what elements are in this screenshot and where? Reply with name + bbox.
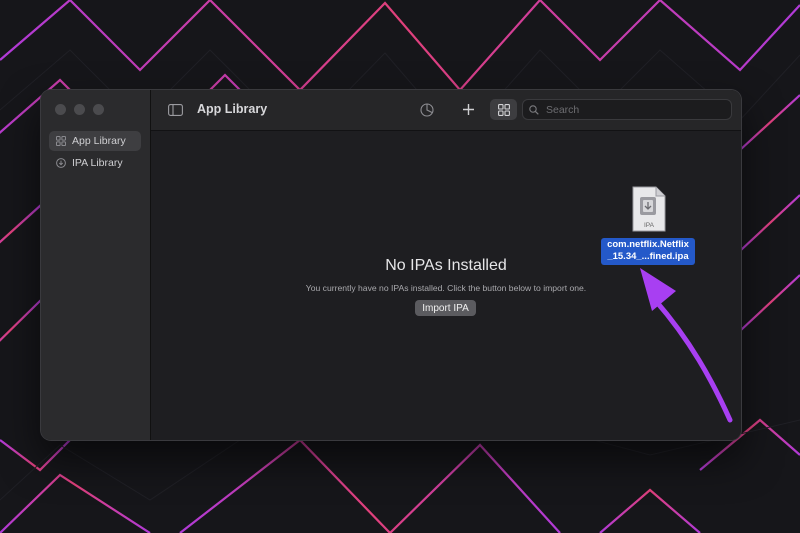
sidebar-item-label: IPA Library bbox=[72, 157, 123, 169]
window-controls bbox=[55, 104, 104, 115]
main-content: App Library Search No IPAs Installed You… bbox=[151, 90, 741, 440]
ipa-file-name[interactable]: com.netflix.Netflix _15.34_...fined.ipa bbox=[601, 238, 695, 265]
import-ipa-button[interactable]: Import IPA bbox=[415, 300, 476, 316]
sidebar-item-label: App Library bbox=[72, 135, 126, 147]
search-input[interactable] bbox=[544, 102, 718, 117]
search-field[interactable] bbox=[522, 99, 732, 120]
sidebar: App Library IPA Library bbox=[41, 90, 151, 440]
sidebar-item-ipa-library[interactable]: IPA Library bbox=[49, 153, 141, 173]
plus-icon[interactable] bbox=[460, 101, 476, 117]
sidebar-toggle-icon[interactable] bbox=[167, 102, 183, 118]
grid-view-icon[interactable] bbox=[490, 99, 517, 120]
ipa-file-icon[interactable]: IPA bbox=[632, 186, 666, 232]
close-window-button[interactable] bbox=[55, 104, 66, 115]
window-title: App Library bbox=[197, 102, 268, 116]
empty-state-message: You currently have no IPAs installed. Cl… bbox=[305, 283, 587, 293]
zoom-window-button[interactable] bbox=[93, 104, 104, 115]
sidebar-item-app-library[interactable]: App Library bbox=[49, 131, 141, 151]
download-circle-icon bbox=[56, 158, 66, 168]
ipa-file-name-line2: _15.34_...fined.ipa bbox=[607, 251, 689, 262]
pie-chart-icon[interactable] bbox=[419, 102, 435, 118]
ipa-file-name-line1: com.netflix.Netflix bbox=[607, 239, 689, 250]
search-icon bbox=[529, 104, 539, 115]
grid-icon bbox=[56, 136, 66, 146]
app-window: App Library IPA Library App Library Sear… bbox=[41, 90, 741, 440]
toolbar: App Library bbox=[151, 90, 741, 131]
minimize-window-button[interactable] bbox=[74, 104, 85, 115]
ipa-file-type-label: IPA bbox=[644, 222, 655, 229]
